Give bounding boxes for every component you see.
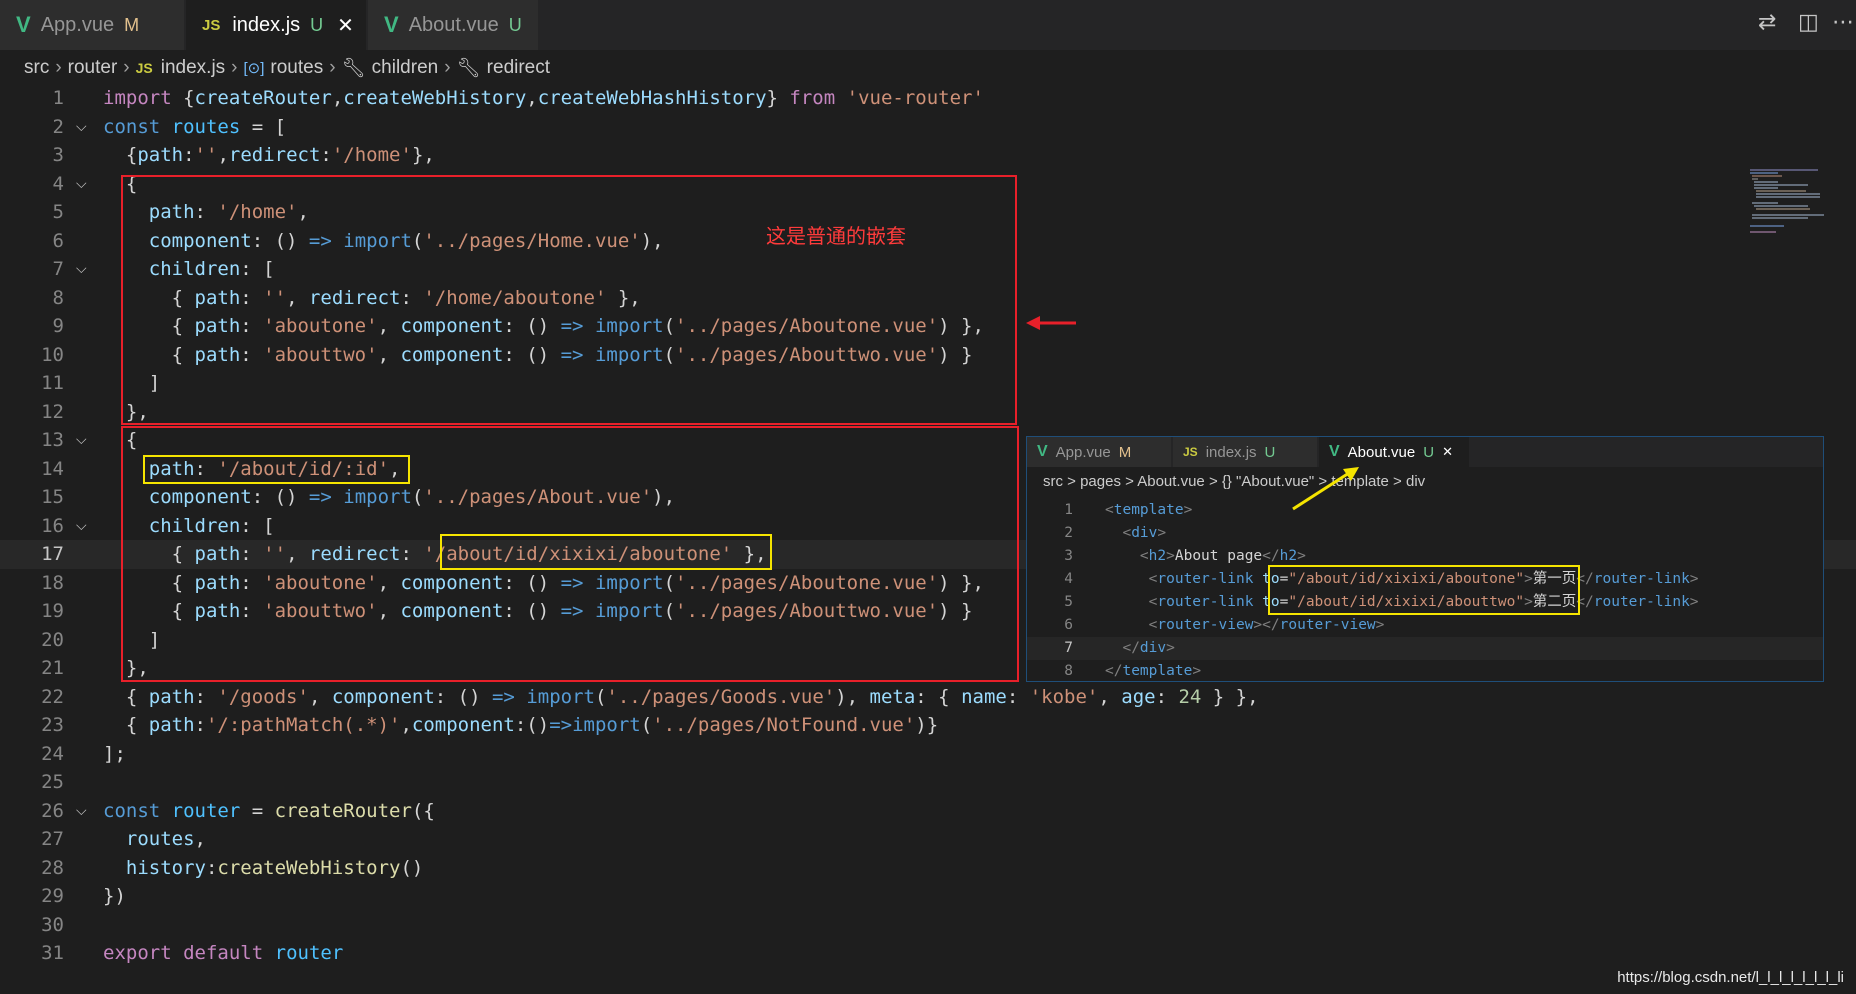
overlay-code-line: 2 <div> <box>1064 525 1167 541</box>
code-line: 24]; <box>41 742 126 765</box>
highlight-redirect <box>440 534 772 570</box>
breadcrumb-redirect[interactable]: redirect <box>487 57 550 79</box>
annotation-box-normal-nesting <box>121 175 1017 425</box>
overlay-tab-bar: V App.vue M JS index.js U V About.vue U … <box>1027 437 1823 467</box>
breadcrumb: src › router › JS index.js › [⊙] routes … <box>24 54 550 82</box>
tab-label: App.vue <box>1055 443 1111 461</box>
js-file-icon: JS <box>135 60 153 76</box>
more-actions-icon[interactable]: ⋯ <box>1832 10 1854 35</box>
code-line: 26 ⌵ const router = createRouter({ <box>0 797 1856 826</box>
vue-file-icon: V <box>384 12 399 37</box>
breadcrumb-router[interactable]: router <box>68 57 118 79</box>
code-line: 3 {path:'',redirect:'/home'}, <box>52 144 435 166</box>
annotation-note: 这是普通的嵌套 <box>766 224 906 248</box>
highlight-router-links <box>1268 565 1580 615</box>
js-file-icon: JS <box>1183 445 1198 459</box>
chevron-right-icon: › <box>231 57 238 78</box>
untracked-marker: U <box>1423 443 1435 461</box>
code-line: 2 ⌵ const routes = [ <box>0 113 1856 142</box>
red-arrow-icon <box>1026 316 1076 330</box>
breadcrumb-file[interactable]: index.js <box>161 57 225 79</box>
close-icon[interactable]: ✕ <box>337 13 354 37</box>
overlay-tab-app-vue[interactable]: V App.vue M <box>1027 437 1171 467</box>
tab-label: index.js <box>232 13 301 36</box>
tab-label: App.vue <box>40 13 115 36</box>
about-vue-preview: V App.vue M JS index.js U V About.vue U … <box>1026 436 1824 682</box>
code-line: 28 history:createWebHistory() <box>41 856 424 879</box>
modified-marker: M <box>1118 443 1132 461</box>
source-control-compare-icon[interactable]: ⇄ <box>1758 10 1776 35</box>
split-editor-icon[interactable]: ◫ <box>1798 10 1819 35</box>
modified-marker: M <box>124 14 140 35</box>
yellow-arrow-icon <box>1292 467 1359 511</box>
wrench-icon: 🔧︎ <box>341 58 366 79</box>
code-line: 27 routes, <box>41 828 206 850</box>
breadcrumb-children[interactable]: children <box>372 57 439 79</box>
overlay-code-line-current: 7 </div> <box>1027 637 1823 660</box>
chevron-down-icon[interactable]: ⌵ <box>76 512 87 541</box>
chevron-right-icon: › <box>329 57 336 78</box>
code-line: 1 import {createRouter,createWebHistory,c… <box>52 87 984 109</box>
chevron-right-icon: › <box>55 57 62 78</box>
code-line: 30 <box>41 913 64 936</box>
chevron-right-icon: › <box>123 57 130 78</box>
minimap[interactable] <box>1748 168 1828 238</box>
chevron-down-icon[interactable]: ⌵ <box>76 113 87 142</box>
chevron-down-icon[interactable]: ⌵ <box>76 797 87 826</box>
code-line: 25 <box>41 771 64 793</box>
chevron-down-icon[interactable]: ⌵ <box>76 170 87 199</box>
chevron-down-icon[interactable]: ⌵ <box>76 426 87 455</box>
tab-about-vue[interactable]: V About.vue U <box>368 0 538 50</box>
code-line: 29}) <box>41 885 126 907</box>
vue-file-icon: V <box>1037 443 1048 460</box>
code-line: 22 { path: '/goods', component: () => im… <box>41 685 1259 708</box>
vue-file-icon: V <box>16 12 31 37</box>
close-icon[interactable]: ✕ <box>1442 445 1453 460</box>
variable-icon: [⊙] <box>243 60 265 77</box>
chevron-down-icon[interactable]: ⌵ <box>76 255 87 284</box>
overlay-code-line: 6 <router-view></router-view> <box>1064 617 1385 633</box>
untracked-marker: U <box>310 14 324 35</box>
js-file-icon: JS <box>202 16 221 34</box>
code-line: 23 { path:'/:pathMatch(.*)',component:()… <box>41 714 939 736</box>
breadcrumb-src[interactable]: src <box>24 57 49 79</box>
highlight-path-param <box>143 455 410 484</box>
watermark: https://blog.csdn.net/l_l_l_l_l_l_l_li <box>1617 969 1844 986</box>
untracked-marker: U <box>1264 443 1276 461</box>
chevron-right-icon: › <box>444 57 451 78</box>
tab-label: About.vue <box>408 13 499 36</box>
wrench-icon: 🔧︎ <box>456 58 481 79</box>
breadcrumb-routes[interactable]: routes <box>270 57 323 79</box>
untracked-marker: U <box>508 14 522 35</box>
tab-label: index.js <box>1205 443 1257 461</box>
tab-label: About.vue <box>1347 443 1416 461</box>
overlay-code-line: 1 <template> <box>1064 502 1193 518</box>
tab-app-vue[interactable]: V App.vue M <box>0 0 184 50</box>
vue-file-icon: V <box>1329 443 1340 460</box>
overlay-code-line: 8 </template> <box>1064 663 1202 679</box>
overlay-breadcrumb: src > pages > About.vue > {} "About.vue"… <box>1043 473 1426 490</box>
tab-index-js[interactable]: JS index.js U ✕ <box>186 0 366 50</box>
tab-bar: V App.vue M JS index.js U ✕ V About.vue … <box>0 0 1856 50</box>
code-line: 31 export default router <box>41 942 344 964</box>
